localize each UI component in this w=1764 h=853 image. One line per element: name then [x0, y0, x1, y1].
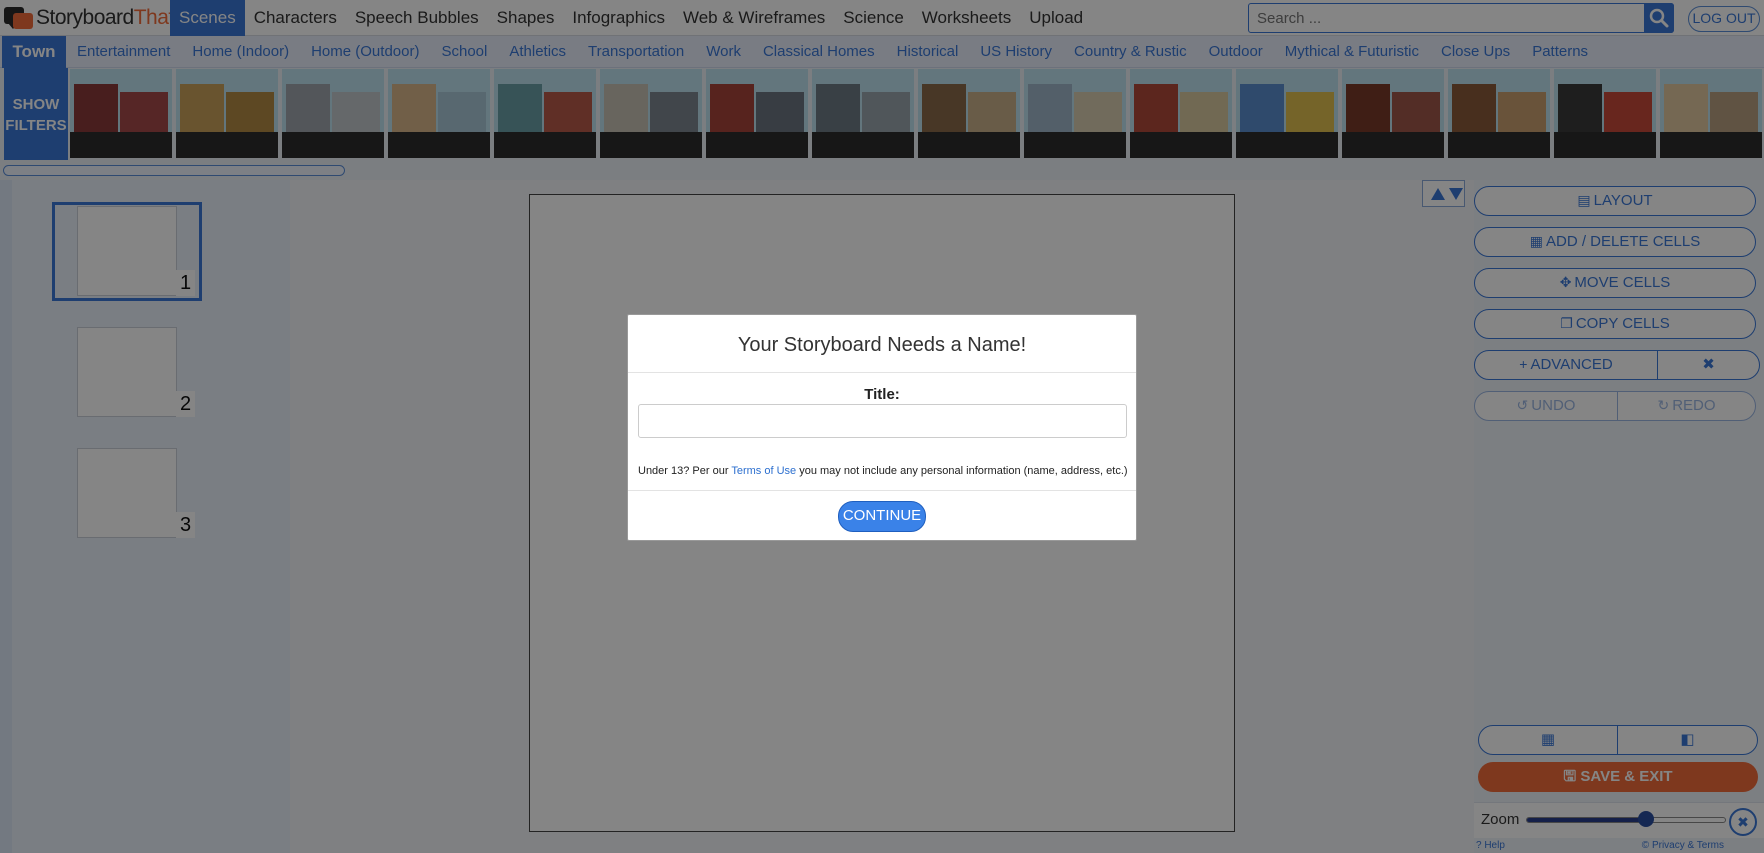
dialog-footer: CONTINUE: [628, 490, 1136, 542]
terms-notice: Under 13? Per our Terms of Use you may n…: [638, 465, 1128, 477]
continue-button[interactable]: CONTINUE: [838, 501, 926, 532]
title-input[interactable]: [638, 404, 1127, 438]
name-storyboard-dialog: Your Storyboard Needs a Name! Title: Und…: [627, 314, 1137, 541]
terms-of-use-link[interactable]: Terms of Use: [731, 465, 796, 477]
title-field-label: Title:: [864, 386, 900, 403]
dialog-title: Your Storyboard Needs a Name!: [628, 315, 1136, 373]
